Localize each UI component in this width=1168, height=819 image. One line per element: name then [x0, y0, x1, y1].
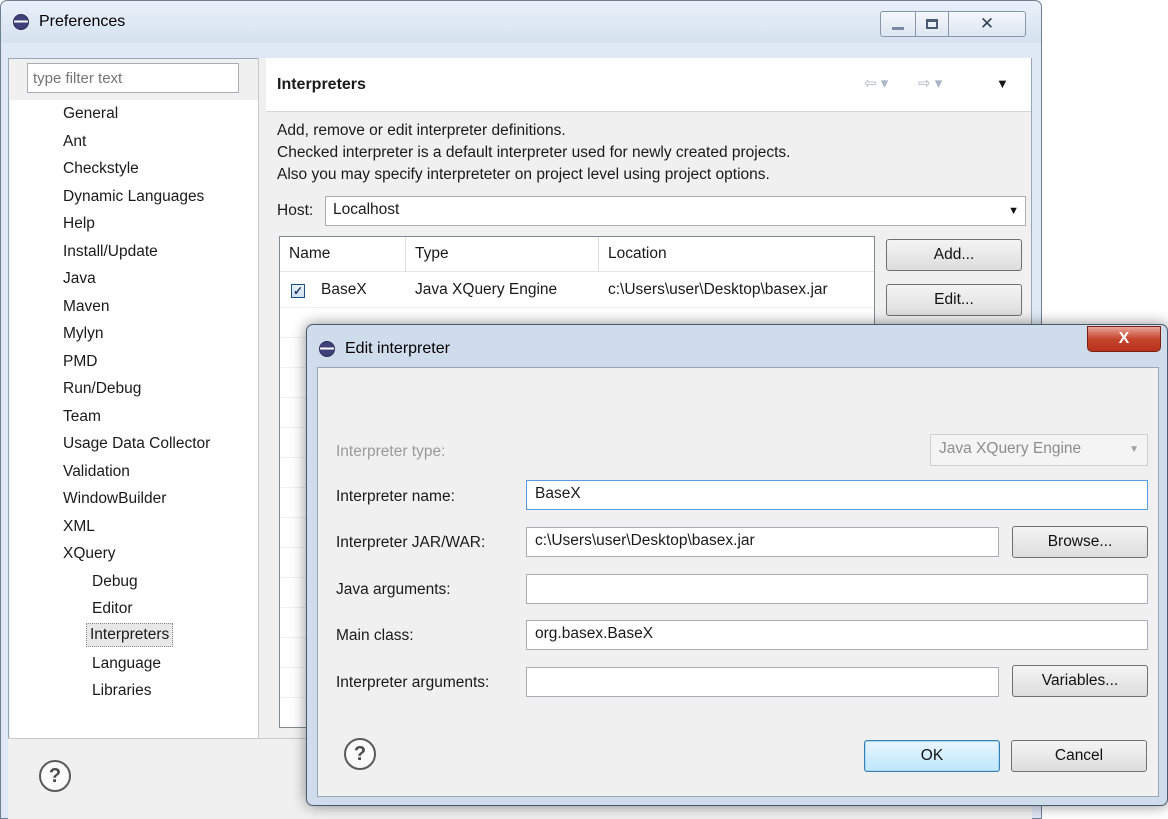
- host-label: Host:: [277, 202, 314, 219]
- row-location: c:\Users\user\Desktop\basex.jar: [608, 281, 828, 298]
- tree-item-editor[interactable]: Editor: [89, 598, 136, 620]
- interpreter-type-value: Java XQuery Engine: [939, 440, 1082, 457]
- eclipse-logo-icon: [319, 341, 335, 357]
- description-line: Also you may specify interpreteter on pr…: [277, 166, 770, 183]
- tree-item-java[interactable]: Java: [60, 268, 99, 290]
- page-title: Interpreters: [277, 76, 366, 93]
- filter-input[interactable]: [27, 63, 239, 93]
- tree-item-run-debug[interactable]: Run/Debug: [60, 378, 144, 400]
- tree-item-mylyn[interactable]: Mylyn: [60, 323, 106, 345]
- tree-item-help[interactable]: Help: [60, 213, 98, 235]
- host-select[interactable]: Localhost ▼: [325, 196, 1026, 226]
- main-class-label: Main class:: [336, 627, 414, 644]
- tree-item-xml[interactable]: XML: [60, 516, 98, 538]
- dialog-close-button[interactable]: X: [1087, 326, 1161, 352]
- tree-item-dynamic-languages[interactable]: Dynamic Languages: [60, 186, 207, 208]
- dropdown-arrow-icon: ▼: [1008, 205, 1019, 217]
- tree-item-checkstyle[interactable]: Checkstyle: [60, 158, 142, 180]
- java-arguments-field[interactable]: [526, 574, 1148, 604]
- row-divider: [280, 307, 874, 308]
- tree-item-language[interactable]: Language: [89, 653, 164, 675]
- tree-item-ant[interactable]: Ant: [60, 131, 89, 153]
- cancel-button[interactable]: Cancel: [1011, 740, 1147, 772]
- java-arguments-label: Java arguments:: [336, 581, 451, 598]
- column-header-name[interactable]: Name: [280, 237, 406, 271]
- close-icon: ✕: [979, 14, 995, 33]
- interpreter-jar-label: Interpreter JAR/WAR:: [336, 534, 486, 551]
- ok-button[interactable]: OK: [864, 740, 1000, 772]
- interpreter-arguments-field[interactable]: [526, 667, 999, 697]
- forward-arrow-icon[interactable]: ⇨ ▾: [918, 74, 942, 92]
- preferences-tree: General Ant Checkstyle Dynamic Languages…: [10, 100, 258, 740]
- back-arrow-icon[interactable]: ⇦ ▾: [864, 74, 888, 92]
- minimize-button[interactable]: [880, 11, 916, 37]
- page-description: Add, remove or edit interpreter definiti…: [277, 120, 790, 186]
- main-class-field[interactable]: org.basex.BaseX: [526, 620, 1148, 650]
- close-button[interactable]: ✕: [948, 11, 1026, 37]
- edit-interpreter-dialog: Edit interpreter X Interpreter type: Jav…: [306, 324, 1168, 806]
- host-value: Localhost: [333, 201, 400, 218]
- tree-item-maven[interactable]: Maven: [60, 296, 113, 318]
- add-button[interactable]: Add...: [886, 239, 1022, 271]
- tree-item-xquery[interactable]: XQuery: [60, 543, 119, 565]
- browse-button[interactable]: Browse...: [1012, 526, 1148, 558]
- maximize-button[interactable]: [915, 11, 949, 37]
- tree-item-install-update[interactable]: Install/Update: [60, 241, 161, 263]
- variables-button[interactable]: Variables...: [1012, 665, 1148, 697]
- tree-item-debug[interactable]: Debug: [89, 571, 141, 593]
- tree-item-usage-data-collector[interactable]: Usage Data Collector: [60, 433, 213, 455]
- tree-item-pmd[interactable]: PMD: [60, 351, 100, 373]
- tree-item-interpreters[interactable]: Interpreters: [86, 623, 174, 647]
- interpreter-name-field[interactable]: BaseX: [526, 480, 1148, 510]
- interpreter-name-label: Interpreter name:: [336, 488, 455, 505]
- tree-sash[interactable]: [258, 58, 266, 738]
- table-row[interactable]: ✓ BaseX Java XQuery Engine c:\Users\user…: [280, 275, 874, 307]
- dropdown-arrow-icon: ▼: [1129, 444, 1139, 455]
- row-name: BaseX: [321, 281, 367, 298]
- close-icon: X: [1118, 330, 1130, 347]
- view-menu-icon[interactable]: ▼: [996, 76, 1009, 91]
- page-header: ⇦ ▾ ⇨ ▾ ▼: [266, 58, 1031, 112]
- dialog-title: Edit interpreter: [345, 340, 450, 357]
- description-line: Checked interpreter is a default interpr…: [277, 144, 791, 161]
- help-icon[interactable]: ?: [39, 760, 71, 792]
- window-title: Preferences: [39, 13, 126, 30]
- eclipse-logo-icon: [13, 14, 29, 30]
- interpreter-type-select: Java XQuery Engine ▼: [930, 434, 1148, 466]
- description-line: Add, remove or edit interpreter definiti…: [277, 122, 566, 139]
- row-type: Java XQuery Engine: [415, 281, 558, 298]
- tree-item-validation[interactable]: Validation: [60, 461, 133, 483]
- column-header-type[interactable]: Type: [406, 237, 599, 271]
- edit-button[interactable]: Edit...: [886, 284, 1022, 316]
- tree-item-team[interactable]: Team: [60, 406, 104, 428]
- checkbox-icon[interactable]: ✓: [291, 284, 305, 298]
- dialog-client: Interpreter type: Java XQuery Engine ▼ I…: [317, 367, 1159, 797]
- header-divider: [280, 271, 874, 272]
- column-header-location[interactable]: Location: [599, 237, 874, 271]
- title-bar[interactable]: Preferences ✕: [1, 1, 1041, 43]
- interpreter-arguments-label: Interpreter arguments:: [336, 674, 490, 691]
- interpreter-type-label: Interpreter type:: [336, 443, 446, 460]
- maximize-icon: [926, 19, 938, 29]
- minimize-icon: [892, 26, 904, 30]
- tree-item-libraries[interactable]: Libraries: [89, 680, 154, 702]
- tree-item-general[interactable]: General: [60, 103, 121, 125]
- help-icon[interactable]: ?: [344, 738, 376, 770]
- interpreter-jar-field[interactable]: c:\Users\user\Desktop\basex.jar: [526, 527, 999, 557]
- tree-item-windowbuilder[interactable]: WindowBuilder: [60, 488, 169, 510]
